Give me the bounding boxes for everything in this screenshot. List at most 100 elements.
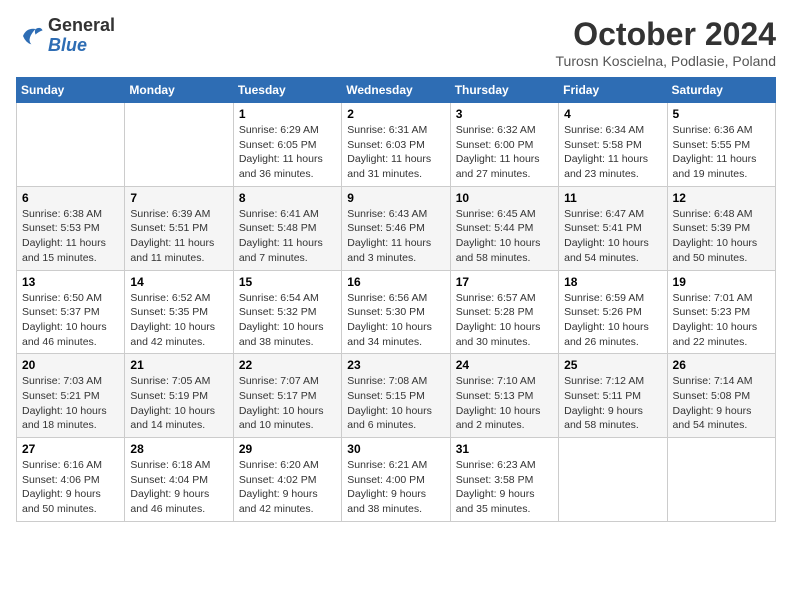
calendar-cell: 20 Sunrise: 7:03 AM Sunset: 5:21 PM Dayli… xyxy=(17,354,125,438)
logo-general: General xyxy=(48,16,115,36)
calendar-cell: 27 Sunrise: 6:16 AM Sunset: 4:06 PM Dayli… xyxy=(17,438,125,522)
day-number: 20 xyxy=(22,358,119,372)
calendar-cell: 24 Sunrise: 7:10 AM Sunset: 5:13 PM Dayli… xyxy=(450,354,558,438)
calendar-cell: 4 Sunrise: 6:34 AM Sunset: 5:58 PM Daylig… xyxy=(559,103,667,187)
weekday-header: Wednesday xyxy=(342,78,450,103)
day-info: Sunrise: 6:18 AM Sunset: 4:04 PM Dayligh… xyxy=(130,458,227,517)
weekday-header: Sunday xyxy=(17,78,125,103)
title-block: October 2024 Turosn Koscielna, Podlasie,… xyxy=(556,16,777,69)
day-info: Sunrise: 6:32 AM Sunset: 6:00 PM Dayligh… xyxy=(456,123,553,182)
calendar-cell: 15 Sunrise: 6:54 AM Sunset: 5:32 PM Dayli… xyxy=(233,270,341,354)
day-number: 6 xyxy=(22,191,119,205)
calendar-cell: 6 Sunrise: 6:38 AM Sunset: 5:53 PM Daylig… xyxy=(17,186,125,270)
calendar-cell xyxy=(667,438,775,522)
day-info: Sunrise: 6:23 AM Sunset: 3:58 PM Dayligh… xyxy=(456,458,553,517)
calendar-cell: 18Sunrise: 6:59 AM Sunset: 5:26 PM Dayli… xyxy=(559,270,667,354)
day-number: 13 xyxy=(22,275,119,289)
day-number: 7 xyxy=(130,191,227,205)
day-info: Sunrise: 6:56 AM Sunset: 5:30 PM Dayligh… xyxy=(347,291,444,350)
day-number: 11 xyxy=(564,191,661,205)
calendar-cell: 16 Sunrise: 6:56 AM Sunset: 5:30 PM Dayli… xyxy=(342,270,450,354)
day-info: Sunrise: 6:16 AM Sunset: 4:06 PM Dayligh… xyxy=(22,458,119,517)
day-number: 26 xyxy=(673,358,770,372)
day-info: Sunrise: 6:52 AM Sunset: 5:35 PM Dayligh… xyxy=(130,291,227,350)
day-number: 19 xyxy=(673,275,770,289)
calendar-cell: 5 Sunrise: 6:36 AM Sunset: 5:55 PM Daylig… xyxy=(667,103,775,187)
location-text: Turosn Koscielna, Podlasie, Poland xyxy=(556,53,777,69)
day-number: 1 xyxy=(239,107,336,121)
day-number: 22 xyxy=(239,358,336,372)
calendar-cell: 2 Sunrise: 6:31 AM Sunset: 6:03 PM Daylig… xyxy=(342,103,450,187)
day-info: Sunrise: 7:01 AM Sunset: 5:23 PM Dayligh… xyxy=(673,291,770,350)
day-number: 18 xyxy=(564,275,661,289)
calendar-week-row: 1 Sunrise: 6:29 AM Sunset: 6:05 PM Daylig… xyxy=(17,103,776,187)
calendar-table: SundayMondayTuesdayWednesdayThursdayFrid… xyxy=(16,77,776,522)
month-title: October 2024 xyxy=(556,16,777,53)
day-number: 27 xyxy=(22,442,119,456)
weekday-header: Monday xyxy=(125,78,233,103)
day-number: 3 xyxy=(456,107,553,121)
day-info: Sunrise: 6:48 AM Sunset: 5:39 PM Dayligh… xyxy=(673,207,770,266)
day-number: 9 xyxy=(347,191,444,205)
calendar-cell: 9Sunrise: 6:43 AM Sunset: 5:46 PM Daylig… xyxy=(342,186,450,270)
calendar-cell xyxy=(17,103,125,187)
calendar-cell: 10Sunrise: 6:45 AM Sunset: 5:44 PM Dayli… xyxy=(450,186,558,270)
calendar-cell: 23 Sunrise: 7:08 AM Sunset: 5:15 PM Dayli… xyxy=(342,354,450,438)
calendar-cell: 19 Sunrise: 7:01 AM Sunset: 5:23 PM Dayli… xyxy=(667,270,775,354)
logo-bird-icon xyxy=(16,22,44,50)
calendar-cell: 21 Sunrise: 7:05 AM Sunset: 5:19 PM Dayli… xyxy=(125,354,233,438)
calendar-cell: 17 Sunrise: 6:57 AM Sunset: 5:28 PM Dayli… xyxy=(450,270,558,354)
day-info: Sunrise: 6:31 AM Sunset: 6:03 PM Dayligh… xyxy=(347,123,444,182)
day-info: Sunrise: 6:50 AM Sunset: 5:37 PM Dayligh… xyxy=(22,291,119,350)
day-info: Sunrise: 7:03 AM Sunset: 5:21 PM Dayligh… xyxy=(22,374,119,433)
day-info: Sunrise: 6:47 AM Sunset: 5:41 PM Dayligh… xyxy=(564,207,661,266)
calendar-cell: 26Sunrise: 7:14 AM Sunset: 5:08 PM Dayli… xyxy=(667,354,775,438)
page-header: General Blue October 2024 Turosn Kosciel… xyxy=(16,16,776,69)
weekday-header: Saturday xyxy=(667,78,775,103)
day-info: Sunrise: 6:39 AM Sunset: 5:51 PM Dayligh… xyxy=(130,207,227,266)
calendar-cell: 11 Sunrise: 6:47 AM Sunset: 5:41 PM Dayli… xyxy=(559,186,667,270)
calendar-cell: 22 Sunrise: 7:07 AM Sunset: 5:17 PM Dayli… xyxy=(233,354,341,438)
calendar-cell: 8Sunrise: 6:41 AM Sunset: 5:48 PM Daylig… xyxy=(233,186,341,270)
day-info: Sunrise: 7:07 AM Sunset: 5:17 PM Dayligh… xyxy=(239,374,336,433)
day-info: Sunrise: 7:05 AM Sunset: 5:19 PM Dayligh… xyxy=(130,374,227,433)
weekday-header: Tuesday xyxy=(233,78,341,103)
day-info: Sunrise: 7:12 AM Sunset: 5:11 PM Dayligh… xyxy=(564,374,661,433)
day-number: 4 xyxy=(564,107,661,121)
day-info: Sunrise: 6:21 AM Sunset: 4:00 PM Dayligh… xyxy=(347,458,444,517)
day-info: Sunrise: 6:29 AM Sunset: 6:05 PM Dayligh… xyxy=(239,123,336,182)
day-number: 23 xyxy=(347,358,444,372)
day-info: Sunrise: 6:36 AM Sunset: 5:55 PM Dayligh… xyxy=(673,123,770,182)
calendar-cell: 14 Sunrise: 6:52 AM Sunset: 5:35 PM Dayli… xyxy=(125,270,233,354)
calendar-week-row: 20 Sunrise: 7:03 AM Sunset: 5:21 PM Dayli… xyxy=(17,354,776,438)
day-number: 2 xyxy=(347,107,444,121)
day-number: 17 xyxy=(456,275,553,289)
logo-blue: Blue xyxy=(48,36,115,56)
day-info: Sunrise: 6:57 AM Sunset: 5:28 PM Dayligh… xyxy=(456,291,553,350)
calendar-cell: 13 Sunrise: 6:50 AM Sunset: 5:37 PM Dayli… xyxy=(17,270,125,354)
day-info: Sunrise: 6:54 AM Sunset: 5:32 PM Dayligh… xyxy=(239,291,336,350)
day-number: 21 xyxy=(130,358,227,372)
day-number: 31 xyxy=(456,442,553,456)
day-number: 5 xyxy=(673,107,770,121)
calendar-cell: 7 Sunrise: 6:39 AM Sunset: 5:51 PM Daylig… xyxy=(125,186,233,270)
calendar-cell: 30Sunrise: 6:21 AM Sunset: 4:00 PM Dayli… xyxy=(342,438,450,522)
calendar-cell: 1 Sunrise: 6:29 AM Sunset: 6:05 PM Daylig… xyxy=(233,103,341,187)
day-number: 15 xyxy=(239,275,336,289)
day-info: Sunrise: 6:34 AM Sunset: 5:58 PM Dayligh… xyxy=(564,123,661,182)
logo: General Blue xyxy=(16,16,115,56)
day-number: 24 xyxy=(456,358,553,372)
day-info: Sunrise: 6:41 AM Sunset: 5:48 PM Dayligh… xyxy=(239,207,336,266)
calendar-cell xyxy=(125,103,233,187)
day-info: Sunrise: 6:20 AM Sunset: 4:02 PM Dayligh… xyxy=(239,458,336,517)
weekday-header: Thursday xyxy=(450,78,558,103)
day-info: Sunrise: 7:08 AM Sunset: 5:15 PM Dayligh… xyxy=(347,374,444,433)
calendar-cell xyxy=(559,438,667,522)
day-number: 14 xyxy=(130,275,227,289)
calendar-week-row: 6 Sunrise: 6:38 AM Sunset: 5:53 PM Daylig… xyxy=(17,186,776,270)
day-number: 16 xyxy=(347,275,444,289)
weekday-header: Friday xyxy=(559,78,667,103)
day-info: Sunrise: 7:10 AM Sunset: 5:13 PM Dayligh… xyxy=(456,374,553,433)
day-info: Sunrise: 6:38 AM Sunset: 5:53 PM Dayligh… xyxy=(22,207,119,266)
day-number: 29 xyxy=(239,442,336,456)
